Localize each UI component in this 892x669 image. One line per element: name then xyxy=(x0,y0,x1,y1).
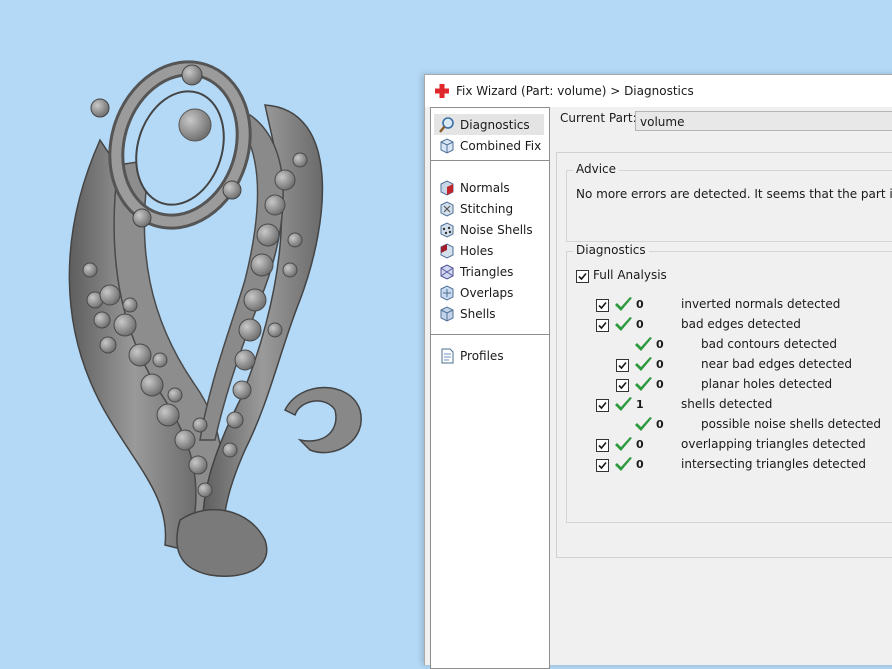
overlapping-triangles-checkbox[interactable] xyxy=(596,439,609,452)
diagnostic-count: 0 xyxy=(636,458,644,471)
3d-viewport[interactable] xyxy=(0,0,424,649)
green-check-icon xyxy=(635,417,652,431)
diagnostic-label: planar holes detected xyxy=(701,377,833,391)
diagnostic-count: 0 xyxy=(656,338,664,351)
nav-item-holes[interactable]: Holes xyxy=(434,240,544,261)
diagnostic-label: intersecting triangles detected xyxy=(681,457,866,471)
diagnostics-group: Diagnostics Full Analysis 0 inverted nor… xyxy=(566,243,892,523)
stitching-icon xyxy=(440,200,454,217)
green-check-icon xyxy=(615,297,632,311)
nav-item-stitching[interactable]: Stitching xyxy=(434,198,544,219)
document-icon xyxy=(441,348,454,363)
diagnostic-label: bad edges detected xyxy=(681,317,801,331)
diagnostic-count: 0 xyxy=(636,298,644,311)
title-bar[interactable]: Fix Wizard (Part: volume) > Diagnostics xyxy=(425,75,892,107)
pendant-model xyxy=(68,60,362,577)
red-cross-icon xyxy=(435,84,449,98)
green-check-icon xyxy=(615,457,632,471)
diagnostics-page: Advice No more errors are detected. It s… xyxy=(556,152,892,558)
current-part-field[interactable]: volume xyxy=(635,111,892,131)
diagnostic-count: 0 xyxy=(636,318,644,331)
noise-shells-icon xyxy=(440,221,454,238)
magnifier-icon xyxy=(439,116,454,133)
advice-group: Advice No more errors are detected. It s… xyxy=(566,162,892,242)
holes-icon xyxy=(440,242,454,259)
diagnostic-count: 0 xyxy=(636,438,644,451)
triangles-icon xyxy=(440,263,454,280)
planar-holes-checkbox[interactable] xyxy=(616,379,629,392)
current-part-label: Current Part: xyxy=(560,111,637,125)
nav-separator xyxy=(431,334,549,335)
full-analysis-checkbox[interactable] xyxy=(576,270,589,283)
nav-item-triangles[interactable]: Triangles xyxy=(434,261,544,282)
fix-wizard-dialog: Fix Wizard (Part: volume) > Diagnostics … xyxy=(424,74,892,669)
shells-checkbox[interactable] xyxy=(596,399,609,412)
cube-icon xyxy=(440,137,454,154)
green-check-icon xyxy=(635,337,652,351)
nav-item-normals[interactable]: Normals xyxy=(434,177,544,198)
diagnostics-title: Diagnostics xyxy=(573,243,649,257)
nav-item-shells[interactable]: Shells xyxy=(434,303,544,324)
wizard-nav-pane: Diagnostics Combined Fix Normals Stitchi… xyxy=(430,107,550,669)
diagnostic-label: inverted normals detected xyxy=(681,297,841,311)
near-bad-edges-checkbox[interactable] xyxy=(616,359,629,372)
inverted-normals-checkbox[interactable] xyxy=(596,299,609,312)
green-check-icon xyxy=(635,357,652,371)
nav-item-overlaps[interactable]: Overlaps xyxy=(434,282,544,303)
diagnostic-label: overlapping triangles detected xyxy=(681,437,866,451)
diagnostic-label: near bad edges detected xyxy=(701,357,852,371)
diagnostic-count: 1 xyxy=(636,398,644,411)
nav-item-combined-fix[interactable]: Combined Fix xyxy=(434,135,544,156)
green-check-icon xyxy=(615,397,632,411)
diagnostic-label: bad contours detected xyxy=(701,337,837,351)
green-check-icon xyxy=(615,317,632,331)
advice-title: Advice xyxy=(573,162,620,176)
shells-icon xyxy=(440,305,454,322)
diagnostic-label: possible noise shells detected xyxy=(701,417,882,431)
wizard-main-pane: Current Part: volume Advice No more erro… xyxy=(556,107,892,667)
diagnostic-count: 0 xyxy=(656,418,664,431)
full-analysis-label: Full Analysis xyxy=(593,268,667,282)
green-check-icon xyxy=(635,377,652,391)
nav-item-noise-shells[interactable]: Noise Shells xyxy=(434,219,544,240)
nav-separator xyxy=(431,160,549,161)
overlaps-icon xyxy=(440,284,454,301)
diagnostic-count: 0 xyxy=(656,378,664,391)
nav-item-diagnostics[interactable]: Diagnostics xyxy=(434,114,544,135)
diagnostic-label: shells detected xyxy=(681,397,773,411)
nav-item-profiles[interactable]: Profiles xyxy=(434,345,544,366)
green-check-icon xyxy=(615,437,632,451)
bad-edges-checkbox[interactable] xyxy=(596,319,609,332)
dialog-title: Fix Wizard (Part: volume) > Diagnostics xyxy=(456,84,694,98)
advice-text: No more errors are detected. It seems th… xyxy=(576,187,892,201)
normals-icon xyxy=(440,179,454,196)
intersecting-triangles-checkbox[interactable] xyxy=(596,459,609,472)
diagnostic-count: 0 xyxy=(656,358,664,371)
